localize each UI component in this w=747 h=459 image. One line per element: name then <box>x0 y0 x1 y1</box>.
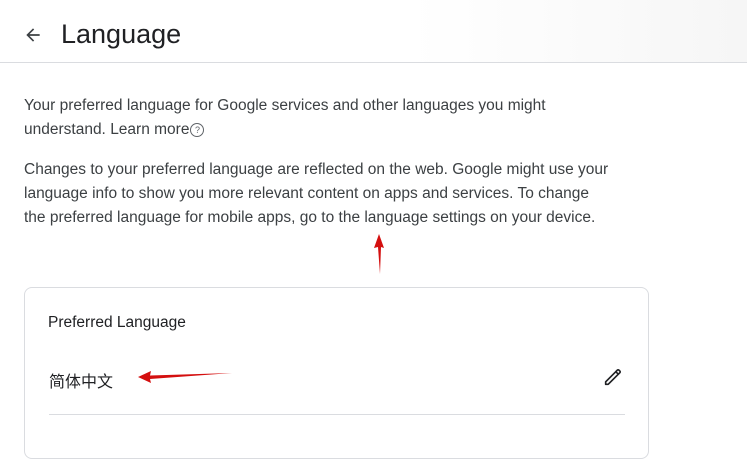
page-header: Language <box>0 0 747 63</box>
card-title: Preferred Language <box>48 314 186 331</box>
arrow-left-icon <box>26 28 40 42</box>
learn-more-label: Learn more <box>110 121 190 138</box>
page-title: Language <box>61 19 182 49</box>
annotation-arrow-up <box>374 234 384 274</box>
help-circle-icon[interactable]: ? <box>190 123 205 137</box>
intro-text: Your preferred language for Google servi… <box>24 94 614 142</box>
divider <box>49 414 625 415</box>
preferred-language-row[interactable]: 简体中文 <box>25 356 648 414</box>
edit-language-button[interactable] <box>598 362 628 392</box>
preferred-language-value: 简体中文 <box>49 372 114 391</box>
preferred-language-card: Preferred Language 简体中文 <box>24 287 649 459</box>
language-info-text: Changes to your preferred language are r… <box>24 161 609 226</box>
pencil-icon <box>604 369 621 386</box>
back-button[interactable] <box>20 22 46 48</box>
learn-more-link[interactable]: Learn more <box>110 121 189 138</box>
intro-description: Your preferred language for Google servi… <box>24 97 546 138</box>
